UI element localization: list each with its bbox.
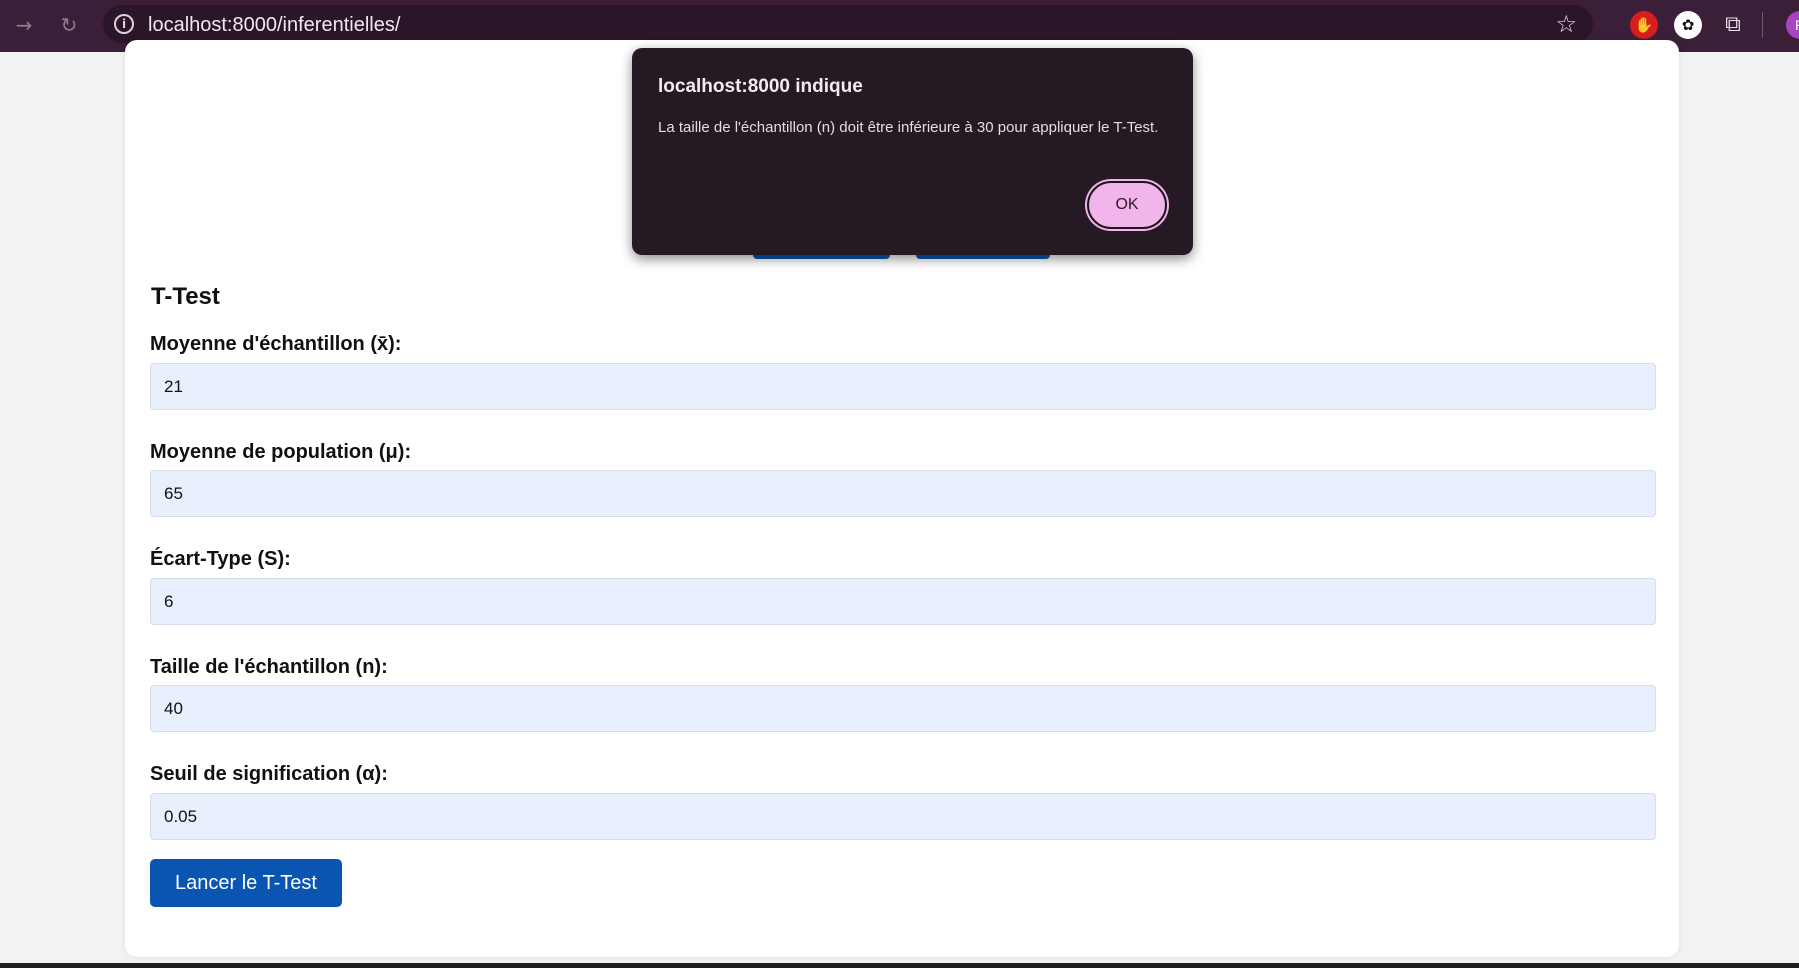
- sample-mean-label: Moyenne d'échantillon (x̄):: [150, 333, 402, 355]
- std-dev-input[interactable]: 6: [150, 578, 1656, 625]
- std-dev-label: Écart-Type (S):: [150, 548, 291, 570]
- run-t-test-button[interactable]: Lancer le T-Test: [150, 859, 342, 907]
- alert-dialog: localhost:8000 indique La taille de l'éc…: [632, 48, 1193, 255]
- site-info-icon[interactable]: i: [114, 14, 134, 34]
- chatgpt-extension-icon[interactable]: ✿: [1674, 11, 1702, 39]
- toolbar-divider: [1762, 12, 1763, 38]
- url-text[interactable]: localhost:8000/inferentielles/: [148, 14, 400, 37]
- sample-size-input[interactable]: 40: [150, 685, 1656, 732]
- significance-level-input[interactable]: 0.05: [150, 793, 1656, 840]
- extensions-puzzle-icon[interactable]: ⧉: [1719, 11, 1747, 39]
- taskbar-edge: [0, 963, 1799, 968]
- profile-avatar[interactable]: R: [1786, 11, 1799, 39]
- address-bar[interactable]: i localhost:8000/inferentielles/ ☆: [103, 5, 1593, 43]
- sample-size-label: Taille de l'échantillon (n):: [150, 656, 388, 678]
- adblock-extension-icon[interactable]: ✋: [1630, 11, 1658, 39]
- dialog-title: localhost:8000 indique: [658, 76, 863, 97]
- section-title: T-Test: [151, 283, 220, 310]
- sample-mean-input[interactable]: 21: [150, 363, 1656, 410]
- population-mean-input[interactable]: 65: [150, 470, 1656, 517]
- population-mean-label: Moyenne de population (μ):: [150, 441, 412, 463]
- ok-button[interactable]: OK: [1087, 181, 1167, 229]
- dialog-message: La taille de l'échantillon (n) doit être…: [658, 119, 1159, 136]
- reload-icon[interactable]: ↻: [56, 12, 82, 38]
- significance-level-label: Seuil de signification (α):: [150, 763, 388, 785]
- bookmark-star-icon[interactable]: ☆: [1555, 10, 1577, 38]
- forward-arrow-icon[interactable]: →: [11, 12, 37, 38]
